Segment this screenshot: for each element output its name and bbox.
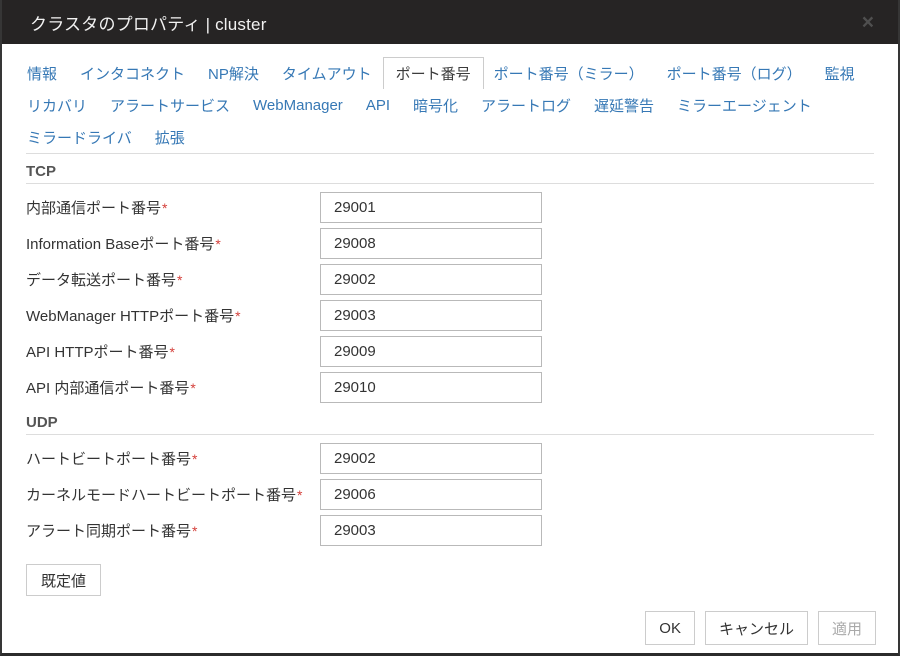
field-group: ハートビートポート番号* カーネルモードハートビートポート番号* アラート同期ポート… xyxy=(26,440,874,548)
required-asterisk: * xyxy=(192,451,197,467)
field-row: Information Baseポート番号* xyxy=(26,225,874,261)
section-heading: UDP xyxy=(26,413,874,435)
tab-item[interactable]: アラートログ xyxy=(481,89,571,121)
tab-item[interactable]: タイムアウト xyxy=(282,57,372,89)
field-label: API HTTPポート番号* xyxy=(26,341,320,362)
field-row: API 内部通信ポート番号* xyxy=(26,369,874,405)
ok-button[interactable]: OK xyxy=(645,611,695,645)
port-number-input[interactable] xyxy=(320,372,542,403)
field-label: Information Baseポート番号* xyxy=(26,233,320,254)
field-row: 内部通信ポート番号* xyxy=(26,189,874,225)
field-label: アラート同期ポート番号* xyxy=(26,520,320,541)
tab-item[interactable]: ミラーエージェント xyxy=(677,89,812,121)
tab-item[interactable]: リカバリ xyxy=(27,89,87,121)
required-asterisk: * xyxy=(235,308,240,324)
cluster-properties-dialog: クラスタのプロパティ | cluster × 情報インタコネクト NP解決タイムア… xyxy=(0,0,900,656)
field-label: API 内部通信ポート番号* xyxy=(26,377,320,398)
tab-item[interactable]: 遅延警告 xyxy=(594,89,654,121)
tab-item[interactable]: WebManager xyxy=(253,89,343,121)
tab-row: 情報インタコネクト NP解決タイムアウトポート番号ポート番号（ミラー） ポート番号（… xyxy=(26,57,874,89)
footer-button-bar: OK キャンセル 適用 xyxy=(645,611,876,645)
field-row: アラート同期ポート番号* xyxy=(26,512,874,548)
field-row: カーネルモードハートビートポート番号* xyxy=(26,476,874,512)
dialog-title: クラスタのプロパティ | cluster xyxy=(30,10,267,35)
tab-item[interactable]: API xyxy=(366,89,390,121)
tab-item[interactable]: 情報 xyxy=(27,57,57,89)
field-row: API HTTPポート番号* xyxy=(26,333,874,369)
tab-bar: 情報インタコネクト NP解決タイムアウトポート番号ポート番号（ミラー） ポート番号（… xyxy=(26,44,874,154)
field-label: カーネルモードハートビートポート番号* xyxy=(26,484,320,505)
port-number-input[interactable] xyxy=(320,515,542,546)
section-heading: TCP xyxy=(26,162,874,184)
dialog-content: TCP 内部通信ポート番号* Information Baseポート番号* データ転送… xyxy=(2,162,898,596)
required-asterisk: * xyxy=(215,236,220,252)
field-row: データ転送ポート番号* xyxy=(26,261,874,297)
required-asterisk: * xyxy=(162,200,167,216)
port-number-input[interactable] xyxy=(320,443,542,474)
required-asterisk: * xyxy=(192,523,197,539)
tab-item[interactable]: 拡張 xyxy=(155,121,185,153)
field-row: ハートビートポート番号* xyxy=(26,440,874,476)
tab-item-active[interactable]: ポート番号 xyxy=(383,57,484,89)
field-label: ハートビートポート番号* xyxy=(26,448,320,469)
port-number-input[interactable] xyxy=(320,300,542,331)
port-number-input[interactable] xyxy=(320,228,542,259)
tab-row: リカバリアラートサービス WebManager API 暗号化アラートログ遅延警告ミラ… xyxy=(26,89,874,121)
cancel-button[interactable]: キャンセル xyxy=(705,611,808,645)
port-number-input[interactable] xyxy=(320,264,542,295)
tab-item[interactable]: ポート番号（ミラー） xyxy=(494,57,644,89)
tab-item[interactable]: 暗号化 xyxy=(413,89,458,121)
required-asterisk: * xyxy=(297,487,302,503)
port-number-input[interactable] xyxy=(320,192,542,223)
port-number-input[interactable] xyxy=(320,336,542,367)
dialog-titlebar: クラスタのプロパティ | cluster × xyxy=(2,0,898,44)
tab-item[interactable]: アラートサービス xyxy=(110,89,230,121)
field-row: WebManager HTTPポート番号* xyxy=(26,297,874,333)
tab-item[interactable]: NP解決 xyxy=(208,57,259,89)
required-asterisk: * xyxy=(177,272,182,288)
required-asterisk: * xyxy=(170,344,175,360)
field-label: 内部通信ポート番号* xyxy=(26,197,320,218)
tab-row: ミラードライバ拡張 xyxy=(26,121,874,153)
field-label: データ転送ポート番号* xyxy=(26,269,320,290)
tab-item[interactable]: ミラードライバ xyxy=(27,121,132,153)
tab-item[interactable]: インタコネクト xyxy=(80,57,185,89)
close-icon[interactable]: × xyxy=(856,10,880,35)
tab-item[interactable]: ポート番号（ログ） xyxy=(667,57,802,89)
tab-item[interactable]: 監視 xyxy=(825,57,855,89)
required-asterisk: * xyxy=(190,380,195,396)
default-values-button[interactable]: 既定値 xyxy=(26,564,101,596)
field-label: WebManager HTTPポート番号* xyxy=(26,305,320,326)
field-group: 内部通信ポート番号* Information Baseポート番号* データ転送ポート… xyxy=(26,189,874,405)
apply-button[interactable]: 適用 xyxy=(818,611,876,645)
port-number-input[interactable] xyxy=(320,479,542,510)
